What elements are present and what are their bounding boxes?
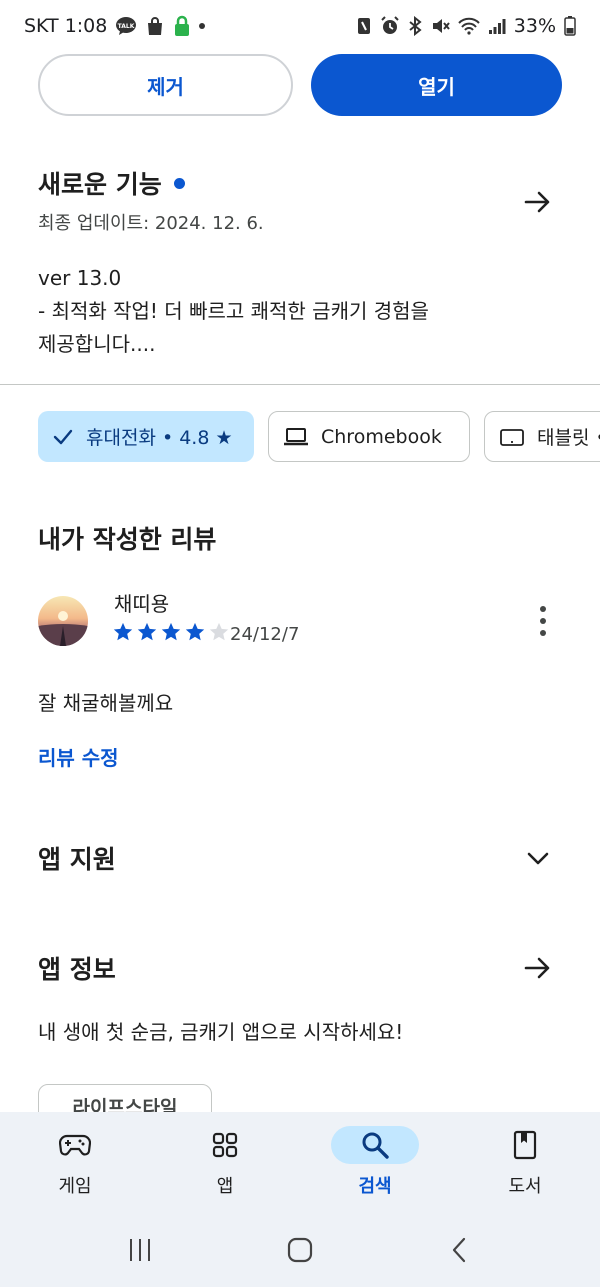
nav-label: 게임: [58, 1176, 92, 1197]
chip-label: 휴대전화 • 4.8 ★: [86, 427, 233, 449]
book-icon: [513, 1130, 537, 1160]
gamepad-icon: [59, 1134, 91, 1156]
whats-new-line: ver 13.0: [38, 266, 122, 290]
check-icon: [53, 429, 73, 444]
app-info-title[interactable]: 앱 정보: [38, 950, 116, 986]
status-bar: SKT 1:08 TALK 33%: [0, 0, 600, 52]
new-indicator-dot: [173, 177, 185, 189]
chip-tablet[interactable]: 태블릿 •: [484, 411, 600, 462]
my-review-title: 내가 작성한 리뷰: [38, 525, 217, 554]
bottom-navigation: 게임 앱 검색 도서: [0, 1112, 600, 1212]
star-filled-icon: [137, 622, 157, 641]
chip-label: 태블릿 •: [537, 427, 600, 449]
whats-new-title: 새로운 기능: [38, 170, 162, 199]
home-icon: [287, 1237, 313, 1262]
nav-item-books[interactable]: 도서: [450, 1112, 600, 1212]
apps-grid-icon: [212, 1132, 238, 1158]
signal-icon: [488, 17, 506, 35]
talk-icon: TALK: [115, 16, 137, 36]
nav-item-games[interactable]: 게임: [0, 1112, 150, 1212]
app-description: 내 생애 첫 순금, 금캐기 앱으로 시작하세요!: [38, 1020, 404, 1044]
whats-new-body: ver 13.0 - 최적화 작업! 더 빠르고 쾌적한 금캐기 경험을 제공합…: [38, 262, 562, 361]
laptop-icon: [284, 427, 308, 445]
notification-dot-icon: [199, 23, 206, 29]
nav-item-search[interactable]: 검색: [300, 1112, 450, 1212]
whats-new-line: 제공합니다....: [38, 332, 156, 356]
svg-text:TALK: TALK: [118, 23, 135, 30]
star-filled-icon: [113, 622, 133, 641]
recent-apps-icon: [130, 1238, 150, 1261]
bluetooth-icon: [408, 16, 422, 36]
edit-review-link[interactable]: 리뷰 수정: [38, 742, 119, 771]
nav-item-apps[interactable]: 앱: [150, 1112, 300, 1212]
wifi-icon: [458, 17, 480, 35]
carrier-time: SKT 1:08: [24, 15, 108, 37]
more-options-icon[interactable]: [528, 604, 558, 638]
review-date: 24/12/7: [230, 624, 300, 645]
battery-icon: [564, 16, 576, 36]
chip-label: Chromebook: [321, 425, 442, 448]
chevron-down-icon[interactable]: [522, 842, 554, 874]
back-icon: [452, 1237, 466, 1262]
tablet-icon: [500, 428, 524, 446]
review-author: 채띠용: [114, 592, 170, 616]
arrow-right-icon[interactable]: [522, 186, 554, 218]
divider: [0, 384, 600, 385]
mute-icon: [430, 16, 450, 36]
whats-new-section[interactable]: 새로운 기능 최종 업데이트: 2024. 12. 6.: [38, 165, 562, 235]
last-updated-date: 최종 업데이트: 2024. 12. 6.: [38, 213, 264, 234]
review-rating: [112, 621, 230, 643]
app-support-title[interactable]: 앱 지원: [38, 840, 116, 876]
avatar: [38, 596, 88, 646]
chip-chromebook[interactable]: Chromebook: [268, 411, 470, 462]
remove-button[interactable]: 제거: [38, 54, 293, 116]
alarm-icon: [380, 16, 400, 36]
back-button[interactable]: [430, 1225, 490, 1275]
system-navigation-bar: [0, 1212, 600, 1287]
chip-phone[interactable]: 휴대전화 • 4.8 ★: [38, 411, 254, 462]
lock-icon: [173, 15, 191, 37]
star-filled-icon: [161, 622, 181, 641]
arrow-right-icon[interactable]: [522, 952, 554, 984]
search-icon: [362, 1132, 389, 1159]
battery-percent: 33%: [513, 15, 556, 37]
nav-label: 도서: [508, 1176, 542, 1197]
review-text: 잘 채굴해볼께요: [38, 691, 174, 715]
shopping-bag-icon: [145, 16, 165, 36]
star-filled-icon: [185, 622, 205, 641]
home-button[interactable]: [270, 1225, 330, 1275]
device-chips: 휴대전화 • 4.8 ★ Chromebook 태블릿 •: [38, 411, 600, 462]
star-empty-icon: [209, 622, 229, 641]
nfc-icon: [356, 16, 372, 36]
whats-new-line: - 최적화 작업! 더 빠르고 쾌적한 금캐기 경험을: [38, 299, 429, 323]
open-button[interactable]: 열기: [311, 54, 562, 116]
recent-apps-button[interactable]: [110, 1225, 170, 1275]
nav-label: 앱: [216, 1176, 234, 1197]
nav-label: 검색: [358, 1176, 392, 1197]
action-buttons: 제거 열기: [38, 54, 562, 118]
